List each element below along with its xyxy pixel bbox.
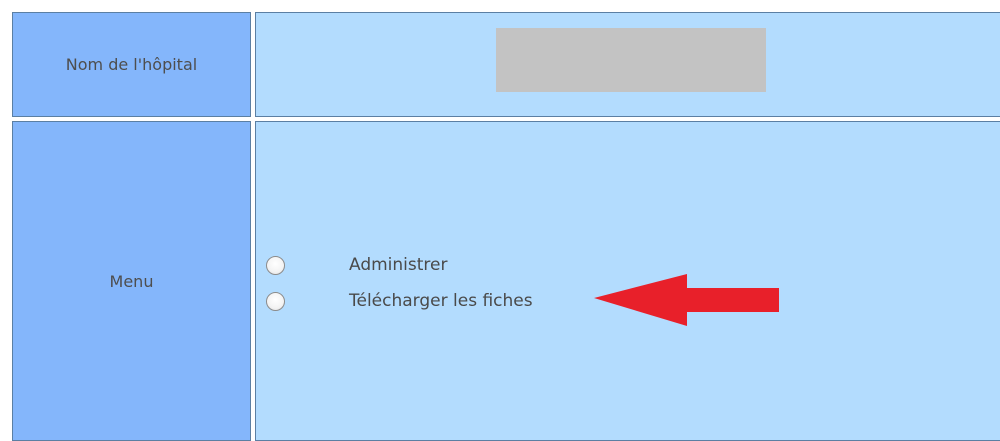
radio-telecharger[interactable] [266,291,285,311]
red-arrow-shape [594,274,779,326]
menu-option-administrer[interactable]: Administrer [266,246,533,284]
option-label-administrer[interactable]: Administrer [349,255,448,275]
menu-label: Menu [109,271,154,291]
menu-option-telecharger[interactable]: Télécharger les fiches [266,282,533,320]
hospital-name-content-cell [255,12,1000,117]
radio-administrer[interactable] [266,255,285,275]
hospital-name-label-cell: Nom de l'hôpital [12,12,251,117]
form-page: Nom de l'hôpital Menu Administrer Téléch… [0,0,1000,441]
menu-options: Administrer Télécharger les fiches [266,246,533,320]
red-arrow-annotation [594,274,779,326]
hospital-name-label: Nom de l'hôpital [65,55,198,74]
menu-content-cell: Administrer Télécharger les fiches [255,121,1000,441]
hospital-name-redacted-box [496,28,766,92]
menu-label-cell: Menu [12,121,251,441]
option-label-telecharger[interactable]: Télécharger les fiches [349,291,533,311]
